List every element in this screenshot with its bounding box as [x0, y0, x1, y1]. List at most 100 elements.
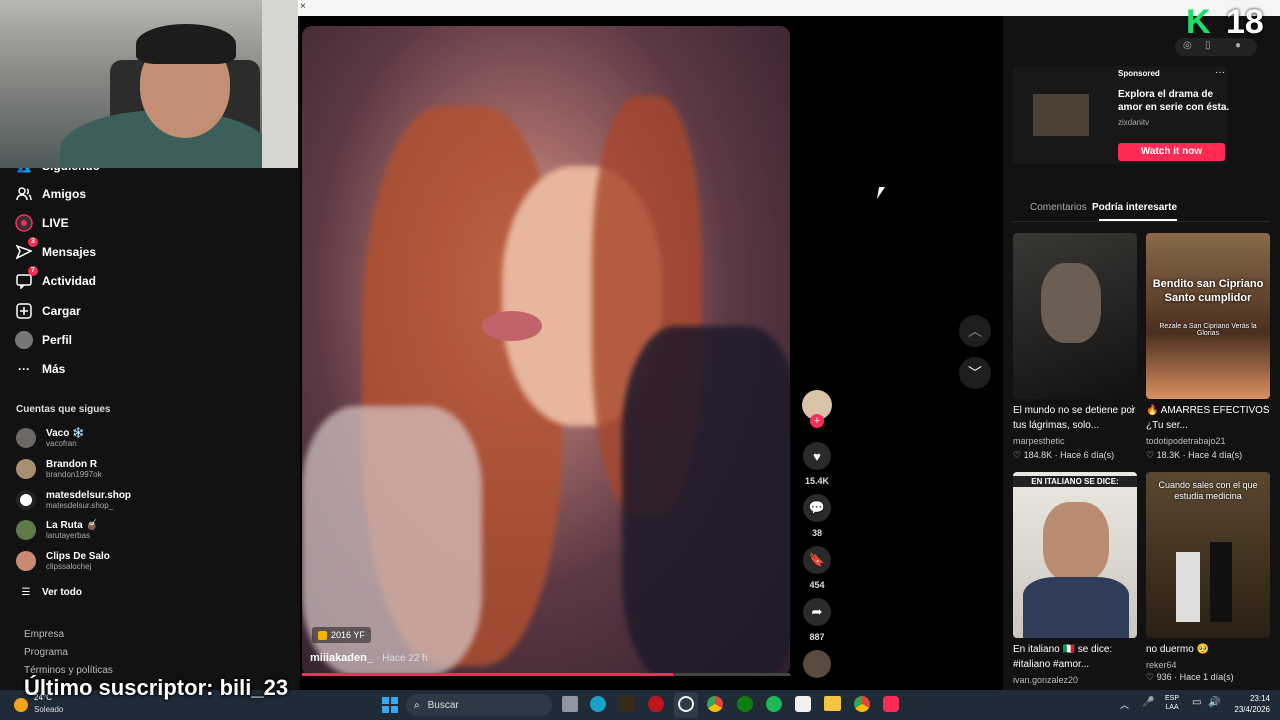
right-panel: Sponsored ··· Explora el drama de amor e…: [1003, 16, 1280, 690]
suggested-video-card[interactable]: [1013, 233, 1137, 399]
nav-label: Perfil: [42, 333, 73, 347]
tab-comments[interactable]: Comentarios: [1030, 202, 1087, 213]
chevron-up-icon: ︿: [968, 323, 982, 339]
windows-start-icon[interactable]: [382, 697, 398, 713]
card-caption[interactable]: En italiano 🇮🇹 se dice: #italiano #amor.…: [1013, 642, 1137, 672]
app-icon[interactable]: [795, 696, 811, 712]
nav-activity[interactable]: 7 Actividad: [14, 266, 96, 295]
video-progress[interactable]: [302, 673, 790, 676]
account-handle: brandon1997ok: [46, 470, 102, 479]
ad-handle[interactable]: zixdanitv: [1118, 118, 1149, 127]
window-topbar: ×: [298, 0, 1280, 16]
mouse-cursor: [876, 187, 886, 199]
share-icon: ➦: [811, 604, 823, 619]
card-author[interactable]: todotipodetrabajo21: [1146, 436, 1226, 446]
nav-live[interactable]: LIVE: [14, 209, 69, 237]
task-view-icon[interactable]: [562, 696, 578, 712]
clock[interactable]: 23:14 23/4/2026: [1232, 693, 1270, 715]
following-account[interactable]: Brandon Rbrandon1997ok: [16, 454, 102, 484]
following-account[interactable]: Clips De Salo clipssalochej: [16, 546, 110, 576]
nav-profile[interactable]: Perfil: [14, 326, 72, 354]
video-author[interactable]: miiiakaden_: [310, 652, 373, 664]
folder-icon[interactable]: [824, 696, 841, 711]
upload-icon: [14, 301, 34, 321]
nav-label: Cargar: [42, 304, 81, 318]
footer-link[interactable]: Empresa: [24, 629, 64, 640]
xbox-icon[interactable]: [737, 696, 753, 712]
chevron-down-icon: ﹀: [968, 365, 982, 381]
tab-suggested[interactable]: Podría interesarte: [1092, 202, 1177, 213]
card-caption[interactable]: no duermo 🥺: [1146, 642, 1270, 657]
weather-label: Soleado: [34, 705, 64, 714]
account-name: Vaco ❄️: [46, 428, 85, 439]
see-all-link[interactable]: ☰ Ver todo: [18, 578, 83, 606]
music-disc[interactable]: [803, 650, 831, 678]
card-caption[interactable]: 🔥 AMARRES EFECTIVOS ¿Tu ser...: [1146, 403, 1270, 433]
following-account[interactable]: La Ruta 🧉 larutayerbas: [16, 515, 98, 545]
messages-icon: 3: [14, 237, 38, 262]
share-count: 887: [809, 632, 825, 642]
video-progress-fill: [302, 673, 673, 676]
suggested-video-card[interactable]: Cuando sales con el que estudia medicina: [1146, 472, 1270, 638]
following-account[interactable]: Vaco ❄️ vacofran: [16, 423, 85, 453]
language-indicator[interactable]: ESP LAA: [1165, 694, 1179, 712]
save-button[interactable]: 🔖: [803, 546, 831, 574]
app-icon[interactable]: [648, 696, 664, 712]
microphone-icon[interactable]: 🎤: [1142, 697, 1154, 708]
ad-cta-button[interactable]: Watch it now: [1118, 143, 1225, 161]
card-caption[interactable]: El mundo no se detiene por tus lágrimas,…: [1013, 403, 1137, 433]
like-button[interactable]: ♥: [803, 442, 831, 470]
save-count: 454: [809, 580, 825, 590]
account-handle: matesdelsur.shop_: [46, 501, 114, 510]
ad-menu-icon[interactable]: ···: [1215, 67, 1225, 78]
spotify-icon[interactable]: [766, 696, 782, 712]
taskbar-search[interactable]: ⌕ Buscar: [406, 694, 552, 716]
video-player[interactable]: 2016 YF miiiakaden_ · Hace 22 h: [302, 26, 790, 676]
nav-messages[interactable]: 3 Mensajes: [14, 237, 96, 266]
comment-button[interactable]: 💬: [803, 494, 831, 522]
card-author[interactable]: ivan.gonzalez20: [1013, 675, 1078, 685]
compass-icon[interactable]: ◎: [1183, 40, 1192, 51]
card-menu-icon[interactable]: ⋮: [1128, 404, 1137, 415]
nav-upload[interactable]: Cargar: [14, 297, 81, 325]
device-icon[interactable]: ▯: [1205, 40, 1211, 51]
suggested-video-card[interactable]: Bendito san Cipriano Santo cumplidor Rez…: [1146, 233, 1270, 399]
account-handle: larutayerbas: [46, 531, 91, 540]
app-icon[interactable]: [619, 696, 635, 712]
avatar-icon[interactable]: ●: [1235, 40, 1241, 51]
tab-divider: [1013, 221, 1270, 222]
chrome-icon[interactable]: [707, 696, 723, 712]
brand-overlay: K 18: [1184, 4, 1280, 40]
card-menu-icon[interactable]: ⋮: [1261, 404, 1270, 415]
nav-friends[interactable]: Amigos: [14, 180, 86, 208]
avatar: [16, 459, 36, 479]
video-time: · Hace 22 h: [376, 653, 428, 664]
avatar: [16, 520, 36, 540]
card-thumb-subtext: Rezale a San Cipriano Verás la Glorias: [1159, 323, 1257, 337]
speaker-icon[interactable]: 🔊: [1208, 697, 1220, 708]
clock-date: 23/4/2026: [1234, 705, 1270, 714]
following-account[interactable]: matesdelsur.shop matesdelsur.shop_: [16, 485, 131, 515]
heart-outline-icon: ♡: [1013, 450, 1024, 460]
following-title: Cuentas que sigues: [16, 404, 111, 415]
nav-more[interactable]: ··· Más: [14, 355, 65, 383]
close-icon[interactable]: ×: [300, 1, 306, 12]
share-button[interactable]: ➦: [803, 598, 831, 626]
follow-plus-icon[interactable]: +: [810, 414, 824, 428]
monitor-icon[interactable]: ▭: [1192, 697, 1201, 708]
edge-icon[interactable]: [590, 696, 606, 712]
tiktok-icon[interactable]: [883, 696, 899, 712]
next-video-button[interactable]: ﹀: [959, 357, 991, 389]
chrome-icon[interactable]: [854, 696, 870, 712]
tray-chevron-icon[interactable]: ︿: [1120, 698, 1129, 711]
suggested-video-card[interactable]: EN ITALIANO SE DICE:: [1013, 472, 1137, 638]
card-author[interactable]: marpesthetic: [1013, 436, 1065, 446]
footer-link[interactable]: Programa: [24, 647, 68, 658]
heart-outline-icon: ♡: [1146, 450, 1157, 460]
more-icon: ···: [18, 362, 30, 376]
card-author[interactable]: reker64: [1146, 660, 1177, 670]
avatar: [16, 551, 36, 571]
obs-icon[interactable]: [678, 696, 694, 712]
account-name: Clips De Salo: [46, 551, 110, 562]
previous-video-button[interactable]: ︿: [959, 315, 991, 347]
